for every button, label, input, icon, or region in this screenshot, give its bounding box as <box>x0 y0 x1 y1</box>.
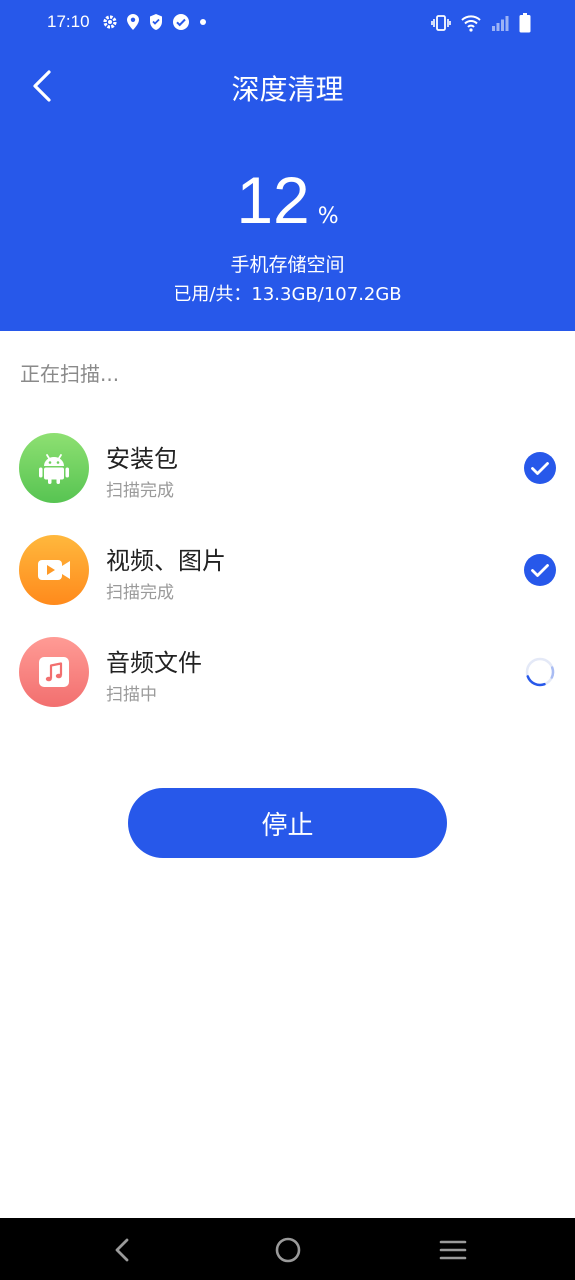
header: 17:10 深度清理 12% 手机存储空间 已用/共：13.3GB/107.2G… <box>0 0 575 331</box>
scan-item-audio[interactable]: 音频文件 扫描中 <box>0 637 575 727</box>
battery-icon <box>519 13 531 33</box>
signal-icon <box>492 16 509 31</box>
page-title: 深度清理 <box>231 73 344 106</box>
scan-item-video[interactable]: 视频、图片 扫描完成 <box>0 535 575 625</box>
scan-item-apk[interactable]: 安装包 扫描完成 <box>0 433 575 523</box>
navigation-bar <box>0 1218 575 1280</box>
nav-recents-button[interactable] <box>437 1234 469 1266</box>
location-icon <box>127 14 139 30</box>
status-right-icons <box>431 13 531 33</box>
scan-item-status: 扫描中 <box>106 685 157 705</box>
storage-label: 手机存储空间 <box>230 254 345 276</box>
nav-back-icon <box>115 1238 129 1262</box>
storage-usage: 已用/共：13.3GB/107.2GB <box>173 284 402 305</box>
status-time: 17:10 <box>47 12 90 31</box>
gear-icon <box>103 15 117 29</box>
check-circle-icon <box>524 452 556 484</box>
storage-percent-unit: % <box>317 204 339 229</box>
dot-icon <box>200 19 206 25</box>
nav-back-button[interactable] <box>106 1234 138 1266</box>
scan-status-text: 正在扫描... <box>20 362 120 386</box>
nav-home-button[interactable] <box>272 1234 304 1266</box>
scan-item-status: 扫描完成 <box>106 583 174 603</box>
music-icon <box>19 637 89 707</box>
storage-percent: 12% <box>0 162 575 238</box>
loading-spinner-icon <box>525 657 555 687</box>
storage-percent-value: 12 <box>236 163 310 237</box>
scan-item-name: 音频文件 <box>106 649 202 677</box>
wifi-icon <box>461 15 481 32</box>
scan-item-status: 扫描完成 <box>106 481 174 501</box>
scan-item-name: 视频、图片 <box>106 547 226 575</box>
vibrate-icon <box>431 15 451 31</box>
video-icon <box>19 535 89 605</box>
check-circle-icon <box>524 554 556 586</box>
stop-button[interactable]: 停止 <box>128 788 447 858</box>
shield-icon <box>150 14 162 30</box>
check-circle-icon <box>173 14 189 30</box>
home-circle-icon <box>275 1237 301 1263</box>
status-left-icons <box>102 13 208 31</box>
status-bar: 17:10 <box>0 0 575 48</box>
android-icon <box>19 433 89 503</box>
menu-icon <box>439 1240 467 1260</box>
scan-item-name: 安装包 <box>106 445 178 473</box>
